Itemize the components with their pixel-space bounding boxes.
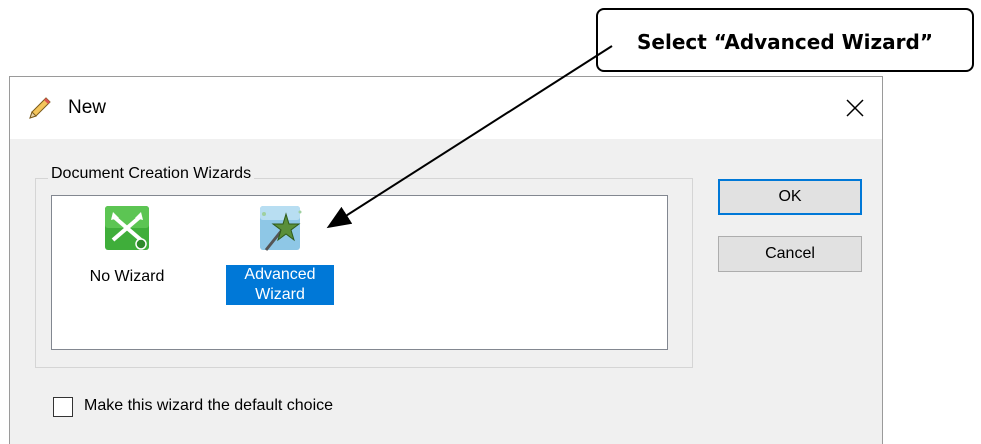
new-dialog: New Document Creation Wizards No Wizard …: [9, 76, 883, 444]
dialog-title: New: [68, 97, 107, 118]
close-button[interactable]: [838, 91, 872, 125]
default-choice-checkbox[interactable]: [53, 397, 73, 417]
cancel-button[interactable]: Cancel: [718, 236, 862, 272]
wizard-list[interactable]: No Wizard Advanced Wizard: [51, 195, 668, 350]
no-wizard-label: No Wizard: [89, 268, 165, 285]
advanced-wizard-label: Advanced Wizard: [226, 265, 334, 305]
advanced-wizard-label-line1: Advanced: [244, 266, 316, 283]
instruction-callout: Select “Advanced Wizard”: [596, 8, 974, 72]
ok-button[interactable]: OK: [718, 179, 862, 215]
default-choice-label[interactable]: Make this wizard the default choice: [84, 397, 333, 415]
magic-wand-star-icon: [220, 204, 340, 261]
no-wizard-icon: [72, 204, 182, 257]
group-label: Document Creation Wizards: [48, 165, 255, 183]
advanced-wizard-label-line2: Wizard: [255, 286, 305, 303]
title-bar: New: [10, 77, 882, 139]
pencil-icon: [27, 95, 53, 121]
list-item-advanced-wizard[interactable]: Advanced Wizard: [220, 204, 340, 305]
close-icon: [846, 99, 864, 117]
callout-text: Select “Advanced Wizard”: [637, 30, 933, 54]
list-item-no-wizard[interactable]: No Wizard: [72, 204, 182, 287]
screenshot-stage: New Document Creation Wizards No Wizard …: [0, 0, 981, 444]
